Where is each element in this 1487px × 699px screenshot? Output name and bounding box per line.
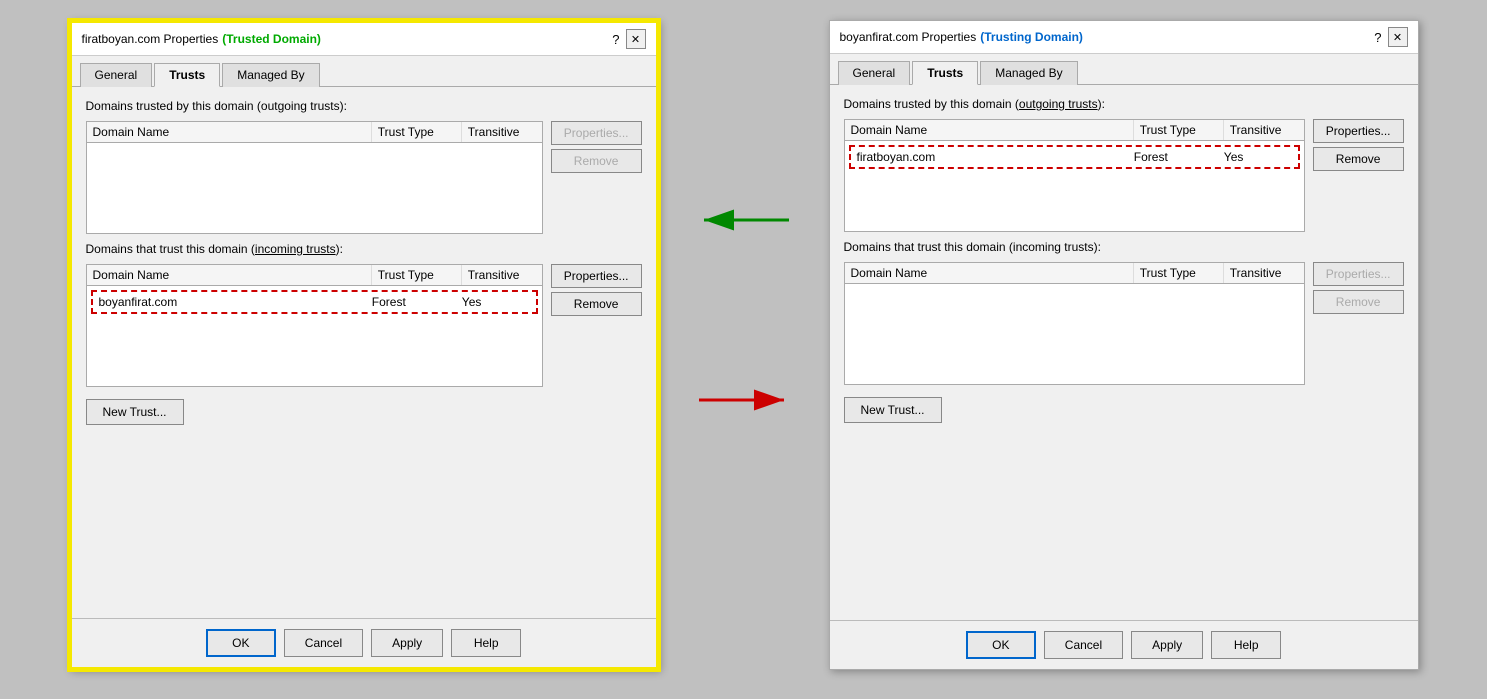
left-incoming-row-0[interactable]: boyanfirat.com Forest Yes (91, 290, 538, 314)
left-tabs-bar: General Trusts Managed By (72, 56, 656, 87)
right-outgoing-underline: outgoing trusts (1019, 97, 1098, 111)
right-incoming-section: Domain Name Trust Type Transitive Proper… (844, 262, 1404, 385)
left-outgoing-header: Domain Name Trust Type Transitive (87, 122, 542, 143)
right-out-row0-trans: Yes (1218, 147, 1298, 167)
right-incoming-remove-btn[interactable]: Remove (1313, 290, 1404, 314)
left-incoming-body: boyanfirat.com Forest Yes (87, 286, 542, 386)
left-footer: OK Cancel Apply Help (72, 618, 656, 667)
right-outgoing-body: firatboyan.com Forest Yes (845, 141, 1304, 231)
left-outgoing-properties-btn[interactable]: Properties... (551, 121, 642, 145)
left-apply-btn[interactable]: Apply (371, 629, 443, 657)
right-out-row0-domain: firatboyan.com (851, 147, 1128, 167)
right-in-col-type: Trust Type (1134, 263, 1224, 283)
right-incoming-body (845, 284, 1304, 384)
left-incoming-underline: incoming trusts (255, 242, 336, 256)
left-close-btn[interactable]: ✕ (626, 29, 646, 49)
right-outgoing-row-0[interactable]: firatboyan.com Forest Yes (849, 145, 1300, 169)
left-outgoing-section: Domain Name Trust Type Transitive Proper… (86, 121, 642, 234)
left-out-col-trans: Transitive (462, 122, 542, 142)
right-tabs-bar: General Trusts Managed By (830, 54, 1418, 85)
right-help-btn[interactable]: Help (1211, 631, 1281, 659)
left-title-bar: firatboyan.com Properties (Trusted Domai… (72, 23, 656, 56)
left-out-col-domain: Domain Name (87, 122, 372, 142)
left-in-row0-type: Forest (366, 292, 456, 312)
left-outgoing-table: Domain Name Trust Type Transitive (86, 121, 543, 234)
left-incoming-table: Domain Name Trust Type Transitive boyanf… (86, 264, 543, 387)
left-new-trust-btn[interactable]: New Trust... (86, 399, 184, 425)
right-cancel-btn[interactable]: Cancel (1044, 631, 1123, 659)
left-dialog-body: Domains trusted by this domain (outgoing… (72, 87, 656, 618)
left-incoming-remove-btn[interactable]: Remove (551, 292, 642, 316)
right-close-btn[interactable]: ✕ (1388, 27, 1408, 47)
left-in-col-trans: Transitive (462, 265, 542, 285)
right-outgoing-header: Domain Name Trust Type Transitive (845, 120, 1304, 141)
right-tab-managed-by[interactable]: Managed By (980, 61, 1077, 85)
left-in-col-domain: Domain Name (87, 265, 372, 285)
left-incoming-table-wrapper: Domain Name Trust Type Transitive boyanf… (86, 264, 543, 387)
right-out-col-trans: Transitive (1224, 120, 1304, 140)
right-incoming-buttons: Properties... Remove (1313, 262, 1404, 314)
right-outgoing-properties-btn[interactable]: Properties... (1313, 119, 1404, 143)
left-title-text: firatboyan.com Properties (Trusted Domai… (82, 32, 321, 46)
right-outgoing-remove-btn[interactable]: Remove (1313, 147, 1404, 171)
right-out-col-type: Trust Type (1134, 120, 1224, 140)
right-incoming-properties-btn[interactable]: Properties... (1313, 262, 1404, 286)
left-outgoing-table-wrapper: Domain Name Trust Type Transitive (86, 121, 543, 234)
right-outgoing-table: Domain Name Trust Type Transitive firatb… (844, 119, 1305, 232)
left-tab-managed-by[interactable]: Managed By (222, 63, 319, 87)
left-tab-general[interactable]: General (80, 63, 153, 87)
right-incoming-table-wrapper: Domain Name Trust Type Transitive (844, 262, 1305, 385)
right-in-col-domain: Domain Name (845, 263, 1134, 283)
right-dialog: boyanfirat.com Properties (Trusting Doma… (829, 20, 1419, 670)
left-outgoing-remove-btn[interactable]: Remove (551, 149, 642, 173)
left-ok-btn[interactable]: OK (206, 629, 276, 657)
arrows-area (699, 200, 789, 420)
right-tab-trusts[interactable]: Trusts (912, 61, 978, 85)
right-ok-btn[interactable]: OK (966, 631, 1036, 659)
green-arrow-icon (699, 200, 789, 240)
left-tab-trusts[interactable]: Trusts (154, 63, 220, 87)
left-in-row0-trans: Yes (456, 292, 536, 312)
right-new-trust-btn[interactable]: New Trust... (844, 397, 942, 423)
left-in-col-type: Trust Type (372, 265, 462, 285)
right-title-colored: (Trusting Domain) (980, 30, 1083, 44)
left-title-controls: ? ✕ (612, 29, 645, 49)
right-title-bar: boyanfirat.com Properties (Trusting Doma… (830, 21, 1418, 54)
left-incoming-properties-btn[interactable]: Properties... (551, 264, 642, 288)
left-outgoing-buttons: Properties... Remove (551, 121, 642, 173)
red-arrow-icon (699, 380, 789, 420)
right-title-text: boyanfirat.com Properties (Trusting Doma… (840, 30, 1083, 44)
left-incoming-buttons: Properties... Remove (551, 264, 642, 316)
right-outgoing-table-wrapper: Domain Name Trust Type Transitive firatb… (844, 119, 1305, 232)
left-help-titlebar-btn[interactable]: ? (612, 32, 619, 47)
left-incoming-label: Domains that trust this domain (incoming… (86, 242, 642, 256)
right-out-row0-type: Forest (1128, 147, 1218, 167)
left-out-col-type: Trust Type (372, 122, 462, 142)
right-title-normal: boyanfirat.com Properties (840, 30, 977, 44)
right-dialog-body: Domains trusted by this domain (outgoing… (830, 85, 1418, 620)
left-incoming-header: Domain Name Trust Type Transitive (87, 265, 542, 286)
right-title-controls: ? ✕ (1374, 27, 1407, 47)
left-title-normal: firatboyan.com Properties (82, 32, 219, 46)
right-tab-general[interactable]: General (838, 61, 911, 85)
left-title-colored: (Trusted Domain) (222, 32, 321, 46)
right-in-col-trans: Transitive (1224, 263, 1304, 283)
right-apply-btn[interactable]: Apply (1131, 631, 1203, 659)
right-outgoing-section: Domain Name Trust Type Transitive firatb… (844, 119, 1404, 232)
left-outgoing-body (87, 143, 542, 233)
right-incoming-label: Domains that trust this domain (incoming… (844, 240, 1404, 254)
right-help-titlebar-btn[interactable]: ? (1374, 30, 1381, 45)
right-outgoing-buttons: Properties... Remove (1313, 119, 1404, 171)
right-out-col-domain: Domain Name (845, 120, 1134, 140)
left-help-btn[interactable]: Help (451, 629, 521, 657)
left-cancel-btn[interactable]: Cancel (284, 629, 363, 657)
left-in-row0-domain: boyanfirat.com (93, 292, 366, 312)
right-incoming-table: Domain Name Trust Type Transitive (844, 262, 1305, 385)
left-incoming-section: Domain Name Trust Type Transitive boyanf… (86, 264, 642, 387)
left-outgoing-label: Domains trusted by this domain (outgoing… (86, 99, 642, 113)
right-incoming-header: Domain Name Trust Type Transitive (845, 263, 1304, 284)
right-outgoing-label: Domains trusted by this domain (outgoing… (844, 97, 1404, 111)
left-dialog: firatboyan.com Properties (Trusted Domai… (69, 20, 659, 670)
right-footer: OK Cancel Apply Help (830, 620, 1418, 669)
